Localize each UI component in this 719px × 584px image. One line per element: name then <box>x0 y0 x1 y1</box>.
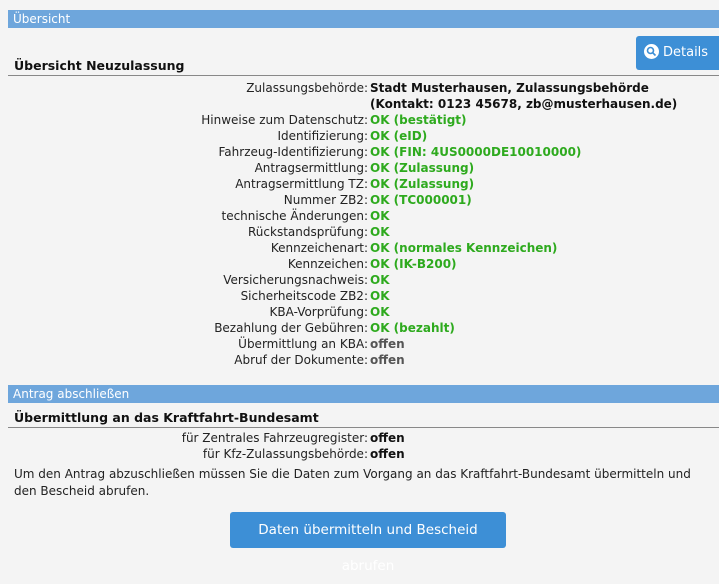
status-row-value: OK <box>370 273 390 287</box>
status-row: Antragsermittlung: OK (Zulassung) <box>0 160 719 176</box>
finish-section-title: Antrag abschließen <box>13 387 130 401</box>
status-row-value: OK (Zulassung) <box>370 161 475 175</box>
status-row-label: Hinweise zum Datenschutz: <box>201 113 368 127</box>
status-row-label: Kennzeichen: <box>287 257 368 271</box>
status-row-value: OK (IK-B200) <box>370 257 457 271</box>
status-row: Rückstandsprüfung: OK <box>0 224 719 240</box>
status-row: Kennzeichen: OK (IK-B200) <box>0 256 719 272</box>
status-row-label: Nummer ZB2: <box>283 193 368 207</box>
status-row-value: OK <box>370 305 390 319</box>
status-row-value: offen <box>370 431 405 445</box>
finish-divider <box>8 427 719 428</box>
status-row: Nummer ZB2: OK (TC000001) <box>0 192 719 208</box>
status-row: Identifizierung: OK (eID) <box>0 128 719 144</box>
status-row-value: OK (eID) <box>370 129 428 143</box>
status-row-label: Abruf der Dokumente: <box>234 353 368 367</box>
status-row: Fahrzeug-Identifizierung: OK (FIN: 4US000… <box>0 144 719 160</box>
details-button-label: Details <box>663 45 709 60</box>
status-row: Sicherheitscode ZB2: OK <box>0 288 719 304</box>
status-row-label: Versicherungsnachweis: <box>223 273 368 287</box>
overview-section-bar: Übersicht <box>8 10 719 28</box>
status-row-label: Fahrzeug-Identifizierung: <box>218 145 369 159</box>
finish-instruction-text: Um den Antrag abzuschließen müssen Sie d… <box>14 467 691 498</box>
status-row: Antragsermittlung TZ: OK (Zulassung) <box>0 176 719 192</box>
status-row-label: für Kfz-Zulassungsbehörde: <box>202 447 368 461</box>
status-row-value: offen <box>370 447 405 461</box>
status-row-label: Identifizierung: <box>277 129 368 143</box>
status-row-label: Rückstandsprüfung: <box>248 225 368 239</box>
status-row: Abruf der Dokumente: offen <box>0 352 719 368</box>
status-row-value: Stadt Musterhausen, Zulassungsbehörde (K… <box>370 81 678 111</box>
submit-and-retrieve-button[interactable]: Daten übermitteln und Bescheid abrufen <box>230 512 506 574</box>
status-row-value: OK (Zulassung) <box>370 177 475 191</box>
status-row-label: Bezahlung der Gebühren: <box>214 321 368 335</box>
finish-section-bar: Antrag abschließen <box>8 385 719 403</box>
status-row-label: Antragsermittlung TZ: <box>235 177 368 191</box>
status-row: Versicherungsnachweis: OK <box>0 272 719 288</box>
status-row-value: offen <box>370 337 405 351</box>
status-row-label: Kennzeichenart: <box>270 241 368 255</box>
status-row: für Zentrales Fahrzeugregister: offen <box>0 430 719 446</box>
status-row: Übermittlung an KBA: offen <box>0 336 719 352</box>
status-row-value: OK <box>370 209 390 223</box>
status-row: Hinweise zum Datenschutz: OK (bestätigt) <box>0 112 719 128</box>
status-row-label: technische Änderungen: <box>221 209 369 223</box>
status-row-value: OK (bestätigt) <box>370 113 467 127</box>
status-row-label: KBA-Vorprüfung: <box>269 305 368 319</box>
transmission-status-list: für Zentrales Fahrzeugregister: offen für … <box>0 430 719 462</box>
status-row-value: OK (normales Kennzeichen) <box>370 241 558 255</box>
overview-heading: Übersicht Neuzulassung <box>14 58 185 73</box>
status-row: Zulassungsbehörde: Stadt Musterhausen, Zu… <box>0 80 719 112</box>
status-row: KBA-Vorprüfung: OK <box>0 304 719 320</box>
overview-section-title: Übersicht <box>13 12 71 26</box>
status-row: technische Änderungen: OK <box>0 208 719 224</box>
status-row: für Kfz-Zulassungsbehörde: offen <box>0 446 719 462</box>
status-row: Bezahlung der Gebühren: OK (bezahlt) <box>0 320 719 336</box>
status-row-label: für Zentrales Fahrzeugregister: <box>181 431 368 445</box>
status-row: Kennzeichenart: OK (normales Kennzeichen) <box>0 240 719 256</box>
status-row-label: Sicherheitscode ZB2: <box>240 289 368 303</box>
status-row-value: OK (TC000001) <box>370 193 472 207</box>
status-row-value: OK (FIN: 4US0000DE10010000) <box>370 145 582 159</box>
finish-heading: Übermittlung an das Kraftfahrt-Bundesamt <box>14 410 319 425</box>
status-row-label: Übermittlung an KBA: <box>238 337 368 351</box>
status-row-label: Antragsermittlung: <box>254 161 368 175</box>
status-row-label: Zulassungsbehörde: <box>246 81 368 95</box>
overview-status-list: Zulassungsbehörde: Stadt Musterhausen, Zu… <box>0 80 719 368</box>
overview-divider <box>8 75 719 76</box>
status-row-value: offen <box>370 353 405 367</box>
search-icon <box>644 44 659 59</box>
status-row-value: OK <box>370 225 390 239</box>
status-row-value: OK (bezahlt) <box>370 321 455 335</box>
status-row-value: OK <box>370 289 390 303</box>
details-button[interactable]: Details <box>636 36 719 70</box>
